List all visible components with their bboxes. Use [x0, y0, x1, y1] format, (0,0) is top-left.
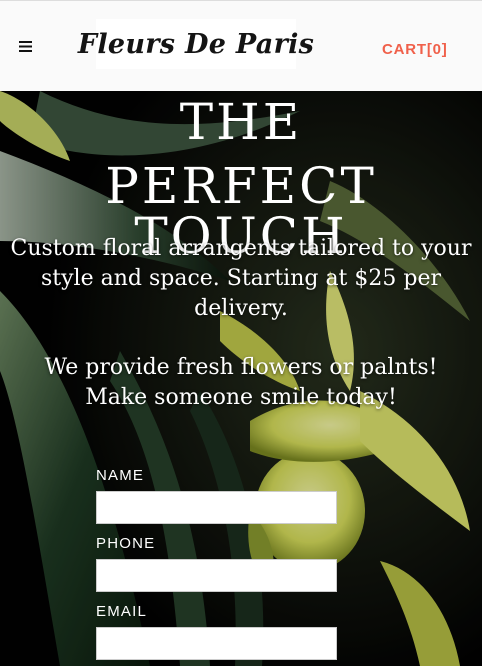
menu-button[interactable]	[14, 35, 36, 57]
hero-tagline: We provide fresh flowers or palnts! Make…	[44, 355, 438, 410]
email-label: EMAIL	[96, 603, 148, 620]
name-input[interactable]	[96, 491, 337, 524]
hamburger-icon	[18, 40, 32, 52]
site-logo[interactable]: Fleurs De Paris	[78, 19, 314, 69]
phone-input[interactable]	[96, 559, 337, 592]
name-label: NAME	[96, 467, 145, 484]
email-input[interactable]	[96, 627, 337, 660]
hero-title-line1: THE	[179, 93, 303, 151]
hero-description: Custom floral arrangents tailored to you…	[10, 236, 472, 321]
hero-section: THE PERFECT TOUCH Custom floral arrangen…	[0, 91, 482, 666]
cart-link[interactable]: CART[0]	[382, 41, 448, 58]
site-header: Fleurs De Paris CART[0]	[0, 0, 482, 91]
phone-label: PHONE	[96, 535, 156, 552]
